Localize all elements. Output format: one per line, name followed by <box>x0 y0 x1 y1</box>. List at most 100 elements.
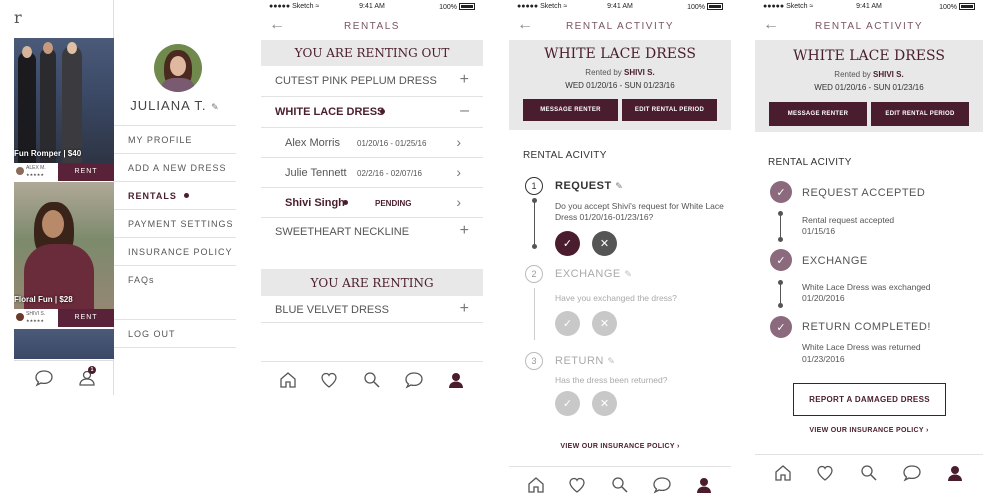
renter-row[interactable]: Julie Tennett 02/2/16 - 02/07/16 › <box>261 158 483 188</box>
timeline-line <box>534 198 535 246</box>
person-face <box>43 42 53 54</box>
renter-row[interactable]: Alex Morris 01/20/16 - 01/25/16 › <box>261 128 483 158</box>
decline-button[interactable]: ✕ <box>592 231 617 256</box>
dress-caption: Floral Fun | $28 <box>14 295 73 304</box>
list-item-white-lace[interactable]: WHITE LACE DRESS – <box>261 97 483 128</box>
accept-button[interactable]: ✓ <box>555 391 580 416</box>
search-icon[interactable] <box>610 475 630 495</box>
message-renter-button[interactable]: MESSAGE RENTER <box>523 99 618 121</box>
section-title: RENTAL ACIVITY <box>768 157 852 168</box>
chat-icon[interactable] <box>34 369 54 392</box>
chat-icon[interactable] <box>404 370 424 390</box>
step-question: Have you exchanged the dress? <box>555 293 677 303</box>
user-name: JULIANA T. ✎ <box>114 98 236 113</box>
list-item-peplum[interactable]: CUTEST PINK PEPLUM DRESS + <box>261 66 483 97</box>
owner-rating: ★★★★★ <box>26 172 44 177</box>
renter-row[interactable]: Shivi Singh PENDING › <box>261 188 483 218</box>
side-menu: JULIANA T. ✎ MY PROFILE ADD A NEW DRESS … <box>114 0 236 395</box>
menu-item-faqs[interactable]: FAQs <box>114 266 236 294</box>
home-icon[interactable] <box>526 475 546 495</box>
decline-button[interactable]: ✕ <box>592 391 617 416</box>
dress-card[interactable]: Fun Romper | $40 ALEX M. ★★★★★ RENT <box>14 38 114 181</box>
item-label: BLUE VELVET DRESS <box>275 304 389 316</box>
step-label: REQUEST ACCEPTED <box>802 187 926 199</box>
menu-item-insurance[interactable]: INSURANCE POLICY <box>114 238 236 266</box>
screen-rentals: ●●●●● Sketch ≈ 9:41 AM 100% ← RENTALS YO… <box>261 0 483 500</box>
rent-button[interactable]: RENT <box>58 309 114 327</box>
search-icon[interactable] <box>362 370 382 390</box>
step-label: EXCHANGE <box>802 255 868 267</box>
item-label: SWEETHEART NECKLINE <box>275 226 410 238</box>
edit-icon[interactable]: ✎ <box>211 102 220 112</box>
chevron-right-icon[interactable]: › <box>456 164 461 180</box>
rented-by: Rented by SHIVI S. <box>834 70 904 79</box>
logout-button[interactable]: LOG OUT <box>114 320 236 348</box>
tab-bar <box>755 454 983 488</box>
heart-icon[interactable] <box>815 463 835 483</box>
profile-icon[interactable] <box>446 370 466 390</box>
insurance-link[interactable]: VIEW OUR INSURANCE POLICY › <box>509 443 731 450</box>
user-name-text: JULIANA T. <box>130 98 207 113</box>
timeline-dot <box>778 237 783 242</box>
chat-icon[interactable] <box>652 475 672 495</box>
person-figure <box>40 48 56 164</box>
profile-icon[interactable]: 1 <box>78 366 96 392</box>
step-label: REQUEST ✎ <box>555 180 624 192</box>
step-detail: White Lace Dress was returned 01/23/2016 <box>802 342 921 364</box>
expand-icon[interactable]: + <box>460 71 469 89</box>
avatar[interactable] <box>154 44 202 92</box>
heart-icon[interactable] <box>319 370 339 390</box>
decline-button[interactable]: ✕ <box>592 311 617 336</box>
chevron-right-icon[interactable]: › <box>456 134 461 150</box>
renter-name: Julie Tennett <box>285 167 347 179</box>
insurance-link[interactable]: VIEW OUR INSURANCE POLICY › <box>755 427 983 434</box>
person-face <box>42 210 64 238</box>
step-detail: White Lace Dress was exchanged 01/20/2016 <box>802 282 931 303</box>
accept-button[interactable]: ✓ <box>555 231 580 256</box>
profile-icon[interactable] <box>945 463 965 483</box>
profile-icon[interactable] <box>694 475 714 495</box>
step-question: Do you accept Shivi's request for White … <box>555 201 724 222</box>
avatar-face <box>170 56 186 76</box>
list-item-blue-velvet[interactable]: BLUE VELVET DRESS + <box>261 296 483 323</box>
home-icon[interactable] <box>278 370 298 390</box>
nav-bar: ← RENTALS <box>261 14 483 38</box>
edit-rental-period-button[interactable]: EDIT RENTAL PERIOD <box>622 99 717 121</box>
feed-panel: r Fun Romper | $40 ALEX M. ★★★★★ RENT ♡ … <box>14 0 114 395</box>
edit-rental-period-button[interactable]: EDIT RENTAL PERIOD <box>871 102 969 126</box>
step-detail: Rental request accepted 01/15/16 <box>802 215 895 236</box>
person-figure <box>62 46 82 164</box>
search-icon[interactable] <box>859 463 879 483</box>
message-renter-button[interactable]: MESSAGE RENTER <box>769 102 867 126</box>
rented-by: Rented by SHIVI S. <box>585 68 655 77</box>
report-damage-button[interactable]: REPORT A DAMAGED DRESS <box>793 383 946 416</box>
collapse-icon[interactable]: – <box>460 102 469 120</box>
heart-icon[interactable] <box>567 475 587 495</box>
menu-item-payment[interactable]: PAYMENT SETTINGS <box>114 210 236 238</box>
edit-icon[interactable]: ✎ <box>615 181 623 191</box>
dress-summary: WHITE LACE DRESS Rented by SHIVI S. WED … <box>509 40 731 130</box>
dress-card[interactable] <box>14 329 114 359</box>
expand-icon[interactable]: + <box>460 300 469 318</box>
dress-card[interactable]: Floral Fun | $28 SHIVI S. ★★★★★ RENT <box>14 182 114 327</box>
rent-button[interactable]: RENT <box>58 163 114 181</box>
accept-button[interactable]: ✓ <box>555 311 580 336</box>
step-number: 3 <box>525 352 543 370</box>
renter-name: SHIVI S. <box>624 68 655 77</box>
menu-item-my-profile[interactable]: MY PROFILE <box>114 126 236 154</box>
home-icon[interactable] <box>773 463 793 483</box>
battery-icon <box>707 3 723 10</box>
list-item-sweetheart[interactable]: SWEETHEART NECKLINE + <box>261 218 483 246</box>
edit-icon[interactable]: ✎ <box>607 356 615 366</box>
menu-item-add-dress[interactable]: ADD A NEW DRESS <box>114 154 236 182</box>
active-dot <box>184 193 190 198</box>
edit-icon[interactable]: ✎ <box>624 269 632 279</box>
chevron-right-icon[interactable]: › <box>456 194 461 210</box>
section-header-renting-out: YOU ARE RENTING OUT <box>261 40 483 66</box>
expand-icon[interactable]: + <box>460 222 469 240</box>
item-label: CUTEST PINK PEPLUM DRESS <box>275 75 437 87</box>
menu-item-rentals[interactable]: RENTALS <box>114 182 236 210</box>
chat-icon[interactable] <box>902 463 922 483</box>
owner-avatar <box>16 167 24 175</box>
status-bar: ●●●●● Sketch ≈ 9:41 AM 100% <box>755 0 983 14</box>
